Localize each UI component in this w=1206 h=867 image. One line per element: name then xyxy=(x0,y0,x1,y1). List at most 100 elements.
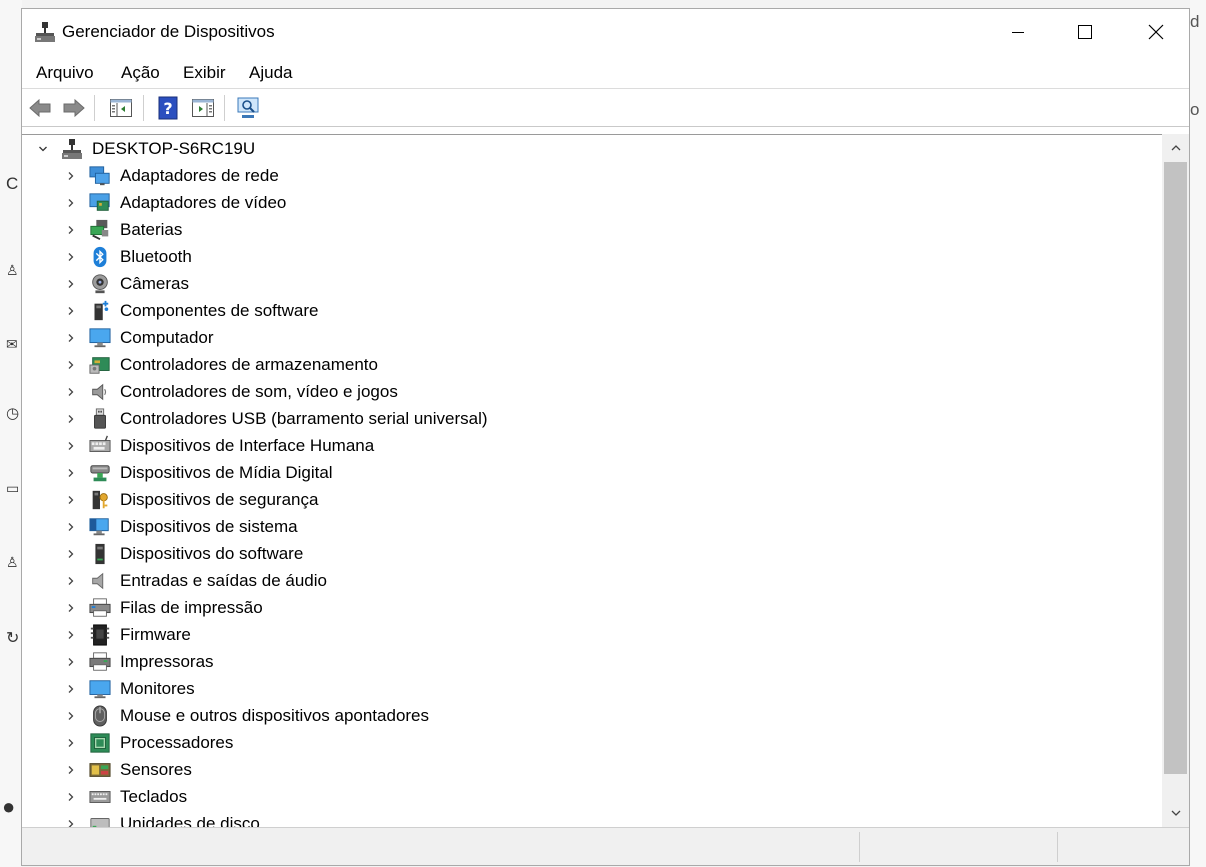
help-icon[interactable]: ? xyxy=(156,96,180,120)
chevron-right-icon[interactable] xyxy=(62,356,80,374)
chevron-right-icon[interactable] xyxy=(62,302,80,320)
background-glyph: C xyxy=(6,174,19,193)
menu-acao[interactable]: Ação xyxy=(121,63,160,83)
chevron-right-icon[interactable] xyxy=(62,518,80,536)
chevron-right-icon[interactable] xyxy=(62,491,80,509)
chevron-right-icon[interactable] xyxy=(62,545,80,563)
tree-category-speaker[interactable]: Controladores de som, vídeo e jogos xyxy=(62,378,398,405)
scroll-up-button[interactable] xyxy=(1162,136,1189,160)
chevron-right-icon[interactable] xyxy=(62,788,80,806)
tree-category-label: Teclados xyxy=(120,786,188,806)
tree-category-disk-drive[interactable]: Unidades de disco xyxy=(62,810,260,828)
back-icon[interactable] xyxy=(28,96,52,120)
tree-category-system-device[interactable]: Dispositivos de sistema xyxy=(62,513,298,540)
menu-ajuda[interactable]: Ajuda xyxy=(249,63,292,83)
tree-category-software-device[interactable]: Dispositivos do software xyxy=(62,540,303,567)
tree-category-label: Dispositivos de segurança xyxy=(120,489,319,509)
background-glyph: o xyxy=(1190,100,1200,119)
menu-arquivo[interactable]: Arquivo xyxy=(36,63,94,83)
tree-category-sensor[interactable]: Sensores xyxy=(62,756,192,783)
chevron-right-icon[interactable] xyxy=(62,464,80,482)
menu-bar: Arquivo Ação Exibir Ajuda xyxy=(22,55,1189,89)
action-pane-icon[interactable] xyxy=(191,96,215,120)
tree-category-label: Controladores USB (barramento serial uni… xyxy=(120,408,488,428)
tree-category-hid[interactable]: Dispositivos de Interface Humana xyxy=(62,432,374,459)
tree-category-software-component[interactable]: Componentes de software xyxy=(62,297,318,324)
background-person-icon: ♙ xyxy=(6,262,19,278)
tree-category-label: Adaptadores de vídeo xyxy=(120,192,287,212)
tree-category-usb[interactable]: Controladores USB (barramento serial uni… xyxy=(62,405,488,432)
chevron-right-icon[interactable] xyxy=(62,734,80,752)
tree-category-keyboard[interactable]: Teclados xyxy=(62,783,187,810)
tree-category-audio-io[interactable]: Entradas e saídas de áudio xyxy=(62,567,327,594)
display-adapter-icon xyxy=(88,191,112,215)
chevron-right-icon[interactable] xyxy=(62,410,80,428)
tree-category-network-adapter[interactable]: Adaptadores de rede xyxy=(62,162,279,189)
chevron-right-icon[interactable] xyxy=(62,167,80,185)
tree-category-security-device[interactable]: Dispositivos de segurança xyxy=(62,486,318,513)
bluetooth-icon xyxy=(88,245,112,269)
background-mail-icon: ✉ xyxy=(6,336,18,352)
device-manager-window: Gerenciador de Dispositivos Arquivo Ação… xyxy=(21,8,1190,866)
chevron-right-icon[interactable] xyxy=(62,329,80,347)
tree-category-storage-controller[interactable]: Controladores de armazenamento xyxy=(62,351,378,378)
print-queue-icon xyxy=(88,596,112,620)
title-bar[interactable]: Gerenciador de Dispositivos xyxy=(22,9,1189,55)
chevron-right-icon[interactable] xyxy=(62,275,80,293)
tree-category-mouse[interactable]: Mouse e outros dispositivos apontadores xyxy=(62,702,429,729)
chevron-right-icon[interactable] xyxy=(62,815,80,829)
tree-category-label: Controladores de armazenamento xyxy=(120,354,378,374)
scroll-down-button[interactable] xyxy=(1162,801,1189,825)
tree-category-processor[interactable]: Processadores xyxy=(62,729,233,756)
chevron-right-icon[interactable] xyxy=(62,248,80,266)
disk-drive-icon xyxy=(88,812,112,828)
device-tree[interactable]: DESKTOP-S6RC19U Adaptadores de rede Adapt… xyxy=(22,134,1162,828)
tree-category-label: Controladores de som, vídeo e jogos xyxy=(120,381,398,401)
tree-category-battery[interactable]: Baterias xyxy=(62,216,182,243)
computer-tower-icon xyxy=(60,137,84,161)
tree-category-bluetooth[interactable]: Bluetooth xyxy=(62,243,192,270)
chevron-up-icon xyxy=(1171,145,1180,151)
maximize-button[interactable] xyxy=(1050,9,1120,55)
audio-io-icon xyxy=(88,569,112,593)
tree-category-label: Adaptadores de rede xyxy=(120,165,279,185)
scan-hardware-icon[interactable] xyxy=(236,96,260,120)
show-hide-console-tree-icon[interactable] xyxy=(109,96,133,120)
chevron-right-icon[interactable] xyxy=(62,599,80,617)
tree-category-digital-media[interactable]: Dispositivos de Mídia Digital xyxy=(62,459,333,486)
tree-category-printer[interactable]: Impressoras xyxy=(62,648,214,675)
tree-category-firmware[interactable]: Firmware xyxy=(62,621,191,648)
forward-icon[interactable] xyxy=(62,96,86,120)
toolbar: ? xyxy=(22,89,1189,127)
vertical-scrollbar[interactable] xyxy=(1162,134,1189,827)
tree-category-camera[interactable]: Câmeras xyxy=(62,270,189,297)
tree-category-label: Computador xyxy=(120,327,214,347)
tree-category-print-queue[interactable]: Filas de impressão xyxy=(62,594,263,621)
speaker-icon xyxy=(88,380,112,404)
chevron-right-icon[interactable] xyxy=(62,221,80,239)
tree-category-monitor[interactable]: Monitores xyxy=(62,675,195,702)
battery-icon xyxy=(88,218,112,242)
minimize-button[interactable] xyxy=(983,9,1053,55)
chevron-right-icon[interactable] xyxy=(62,383,80,401)
tree-category-display-adapter[interactable]: Adaptadores de vídeo xyxy=(62,189,286,216)
chevron-right-icon[interactable] xyxy=(62,707,80,725)
scrollbar-thumb[interactable] xyxy=(1164,162,1187,774)
chevron-right-icon[interactable] xyxy=(62,761,80,779)
menu-exibir[interactable]: Exibir xyxy=(183,63,226,83)
chevron-right-icon[interactable] xyxy=(62,194,80,212)
chevron-right-icon[interactable] xyxy=(62,437,80,455)
chevron-down-icon[interactable] xyxy=(34,140,52,158)
chevron-right-icon[interactable] xyxy=(62,626,80,644)
close-button[interactable] xyxy=(1121,9,1191,55)
tree-category-computer[interactable]: Computador xyxy=(62,324,214,351)
chevron-right-icon[interactable] xyxy=(62,572,80,590)
tree-root-node[interactable]: DESKTOP-S6RC19U xyxy=(34,135,255,162)
tree-category-label: Monitores xyxy=(120,678,195,698)
device-manager-app-icon xyxy=(35,22,55,42)
chevron-right-icon[interactable] xyxy=(62,653,80,671)
tree-category-label: Baterias xyxy=(120,219,183,239)
tree-category-label: Entradas e saídas de áudio xyxy=(120,570,327,590)
computer-icon xyxy=(88,326,112,350)
chevron-right-icon[interactable] xyxy=(62,680,80,698)
